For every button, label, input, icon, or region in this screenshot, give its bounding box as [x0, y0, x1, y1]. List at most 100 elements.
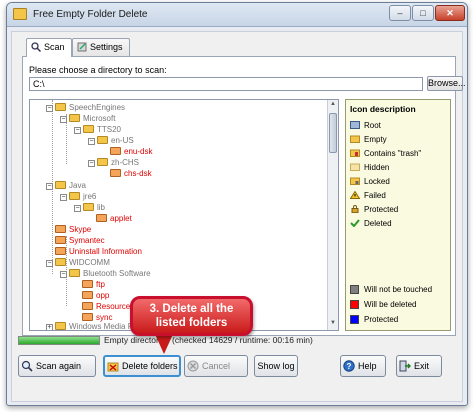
exit-button[interactable]: Exit [396, 355, 442, 377]
tree-item[interactable]: − zh-CHS [88, 157, 139, 168]
magnifier-icon [21, 360, 33, 372]
browse-button[interactable]: Browse... [427, 76, 466, 91]
tree-item[interactable]: − SpeechEngines [46, 102, 125, 113]
tree-item[interactable]: − TTS20 [74, 124, 121, 135]
minimize-button[interactable]: – [389, 5, 411, 21]
delete-folder-icon [107, 362, 119, 372]
folder-icon [69, 192, 80, 200]
collapse-icon[interactable]: − [46, 260, 53, 267]
tab-settings[interactable]: Settings [72, 38, 130, 56]
folder-icon [55, 181, 66, 189]
tab-scan[interactable]: Scan [26, 38, 72, 57]
scroll-down-arrow-icon[interactable]: ▼ [329, 320, 337, 329]
trash-folder-icon [350, 149, 360, 157]
folder-icon [55, 258, 66, 266]
folder-icon [55, 322, 66, 330]
magnifier-icon [31, 42, 41, 52]
legend-item-locked: Locked [350, 176, 390, 188]
directory-label: Please choose a directory to scan: [29, 65, 167, 75]
scan-panel: Please choose a directory to scan: Brows… [22, 56, 466, 336]
folder-icon [69, 269, 80, 277]
settings-icon [77, 42, 87, 52]
cancel-button[interactable]: Cancel [184, 355, 248, 377]
legend-item-deleted: Deleted [350, 218, 392, 230]
tab-scan-label: Scan [44, 42, 65, 52]
collapse-icon[interactable]: − [88, 138, 95, 145]
protected-icon [351, 205, 359, 213]
tree-item[interactable]: − jre6 [60, 191, 96, 202]
scroll-up-arrow-icon[interactable]: ▲ [329, 101, 337, 110]
tree-item[interactable]: enu-dsk [110, 146, 152, 157]
delete-folders-button[interactable]: Delete folders [103, 355, 181, 377]
empty-folder-icon [55, 247, 66, 255]
scan-progress-bar [18, 336, 100, 345]
legend-item-root: Root [350, 120, 381, 132]
tree-vertical-scrollbar[interactable]: ▲ ▼ [327, 100, 338, 330]
hidden-folder-icon [350, 163, 360, 171]
legend-color-deleted: Will be deleted [350, 299, 416, 311]
collapse-icon[interactable]: − [60, 116, 67, 123]
collapse-icon[interactable]: − [74, 205, 81, 212]
legend-item-empty: Empty [350, 134, 387, 146]
expand-icon[interactable]: + [46, 324, 53, 330]
icon-description-panel: Icon description Root Empty Contains "tr… [345, 99, 451, 331]
tree-item[interactable]: applet [96, 213, 132, 224]
folder-icon [97, 158, 108, 166]
locked-folder-icon [350, 177, 360, 185]
folder-icon [83, 203, 94, 211]
collapse-icon[interactable]: − [60, 271, 67, 278]
legend-item-trash: Contains "trash" [350, 148, 421, 160]
tree-item[interactable]: opp [82, 290, 109, 301]
collapse-icon[interactable]: − [46, 105, 53, 112]
tree-item[interactable]: Uninstall Information [55, 246, 142, 257]
root-icon [350, 121, 360, 129]
empty-folder-icon [96, 214, 107, 222]
empty-folder-icon [110, 147, 121, 155]
tree-item[interactable]: − Bluetooth Software [60, 268, 151, 279]
collapse-icon[interactable]: − [88, 160, 95, 167]
maximize-button[interactable]: □ [412, 5, 434, 21]
legend-color-protected: Protected [350, 314, 398, 326]
show-log-button[interactable]: Show log [254, 355, 298, 377]
tree-item[interactable]: − Java [46, 180, 86, 191]
tab-settings-label: Settings [90, 42, 123, 52]
scan-again-button[interactable]: Scan again [18, 355, 96, 377]
legend-item-protected: Protected [350, 204, 398, 216]
tree-item[interactable]: − Microsoft [60, 113, 115, 124]
scroll-thumb[interactable] [329, 113, 337, 153]
callout-line-1: 3. Delete all the [149, 303, 234, 315]
tree-item[interactable]: − lib [74, 202, 105, 213]
directory-input[interactable] [29, 77, 423, 91]
tree-item[interactable]: Skype [55, 224, 91, 235]
tree-item[interactable]: − WIDCOMM [46, 257, 110, 268]
client-area: Scan Settings Please choose a directory … [11, 31, 466, 402]
legend-color-not-touched: Will not be touched [350, 284, 432, 296]
tree-item[interactable]: Symantec [55, 235, 105, 246]
empty-folder-icon [82, 280, 93, 288]
folder-icon [69, 114, 80, 122]
tree-item[interactable]: chs-dsk [110, 168, 152, 179]
empty-folder-icon [82, 313, 93, 321]
close-button[interactable]: ✕ [435, 5, 465, 21]
app-window: Free Empty Folder Delete – □ ✕ Scan Sett… [6, 2, 468, 406]
collapse-icon[interactable]: − [46, 183, 53, 190]
help-icon: ? [343, 360, 355, 372]
legend-item-failed: Failed [350, 190, 386, 202]
empty-folder-icon [82, 302, 93, 310]
progress-fill [19, 337, 99, 344]
empty-folder-icon [82, 291, 93, 299]
collapse-icon[interactable]: − [60, 194, 67, 201]
title-bar[interactable]: Free Empty Folder Delete – □ ✕ [7, 3, 467, 27]
legend-title: Icon description [350, 104, 416, 114]
tree-item[interactable]: ftp [82, 279, 105, 290]
empty-folder-icon [110, 169, 121, 177]
exit-icon [399, 360, 411, 372]
legend-item-hidden: Hidden [350, 162, 389, 174]
tree-item[interactable]: Resources [82, 301, 134, 312]
help-button[interactable]: ? Help [340, 355, 386, 377]
blue-swatch [350, 315, 359, 324]
collapse-icon[interactable]: − [74, 127, 81, 134]
tree-item[interactable]: − en-US [88, 135, 134, 146]
failed-icon [350, 191, 360, 199]
empty-folder-icon [55, 225, 66, 233]
